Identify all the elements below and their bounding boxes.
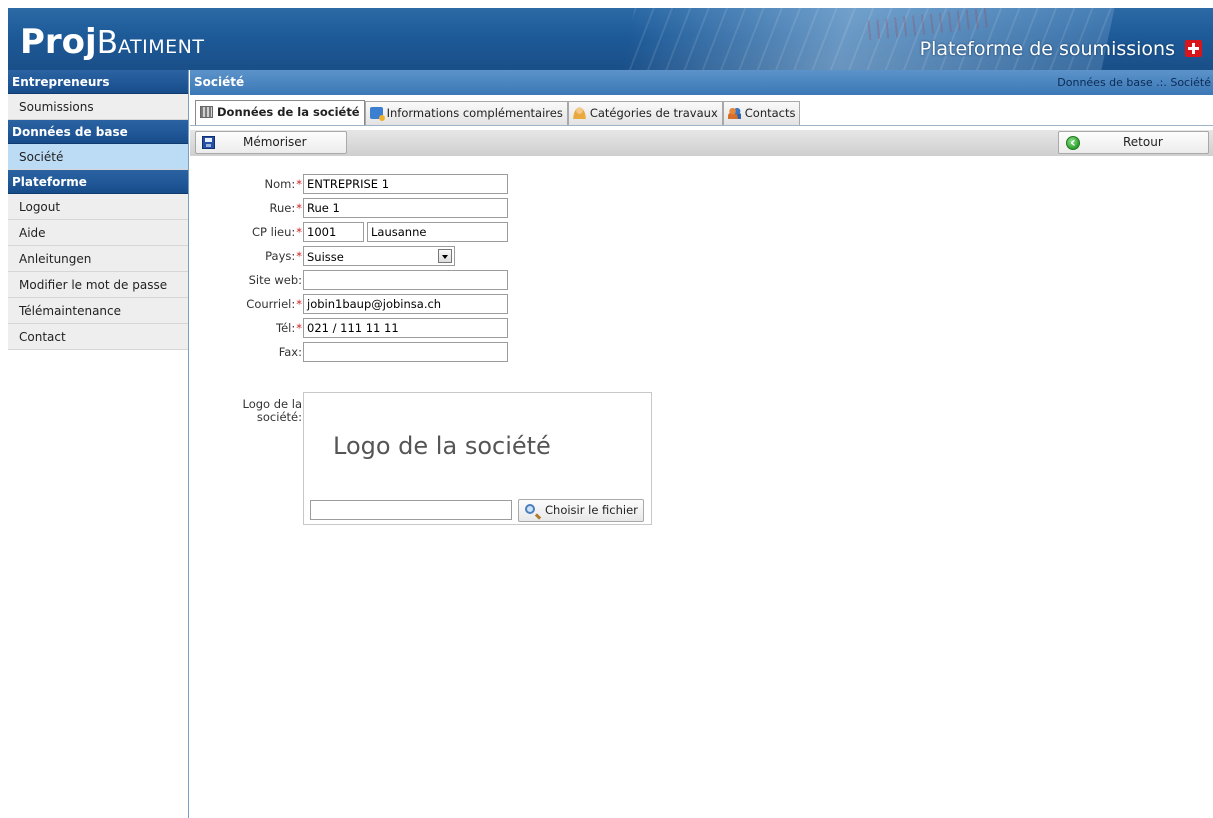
logo-placeholder: Logo de la société [333, 432, 551, 460]
required-marker: * [296, 249, 302, 263]
sidebar-section-entrepreneurs: Entrepreneurs [8, 70, 188, 94]
rue-label-text: Rue: [269, 201, 296, 215]
required-marker: * [296, 177, 302, 191]
lieu-input[interactable]: Lausanne [367, 222, 508, 242]
tel-label: Tél:* [190, 321, 302, 335]
sidebar-item-soumissions[interactable]: Soumissions [8, 94, 188, 120]
brand-atiment: ATIMENT [117, 36, 205, 58]
pays-selected-value: Suisse [307, 250, 344, 264]
rue-input[interactable]: Rue 1 [303, 198, 508, 218]
main-panel: Société Données de base .:. Société Donn… [190, 70, 1213, 818]
app-header: ProjBATIMENT Plateforme de soumissions [8, 8, 1213, 70]
nom-label-text: Nom: [264, 177, 296, 191]
sidebar-item-societe[interactable]: Société [8, 144, 188, 170]
required-marker: * [296, 297, 302, 311]
chevron-down-icon[interactable] [438, 249, 452, 263]
courriel-label-text: Courriel: [246, 297, 296, 311]
rue-label: Rue:* [190, 201, 302, 215]
tel-label-text: Tél: [276, 321, 296, 335]
required-marker: * [296, 201, 302, 215]
sidebar-item-anleitungen[interactable]: Anleitungen [8, 246, 188, 272]
logo-upload-panel: Logo de la société Choisir le fichier [303, 392, 652, 525]
magnifier-icon [525, 504, 535, 514]
sidebar-item-logout[interactable]: Logout [8, 194, 188, 220]
pays-label: Pays:* [190, 249, 302, 263]
brand-logo: ProjBATIMENT [20, 22, 204, 62]
required-marker: * [296, 321, 302, 335]
company-form: Nom:* ENTREPRISE 1 Rue:* Rue 1 CP lieu:*… [190, 70, 1213, 818]
nom-label: Nom:* [190, 177, 302, 191]
cp-input[interactable]: 1001 [303, 222, 364, 242]
courriel-label: Courriel:* [190, 297, 302, 311]
choose-file-label: Choisir le fichier [545, 503, 638, 517]
cp-lieu-label: CP lieu:* [190, 225, 302, 239]
cp-lieu-label-text: CP lieu: [252, 225, 296, 239]
tel-input[interactable]: 021 / 111 11 11 [303, 318, 508, 338]
platform-title: Plateforme de soumissions [919, 38, 1175, 60]
swiss-flag-icon [1185, 40, 1202, 57]
fax-label: Fax: [278, 345, 302, 359]
sidebar-item-contact[interactable]: Contact [8, 324, 188, 350]
sidebar-item-aide[interactable]: Aide [8, 220, 188, 246]
required-marker: * [296, 225, 302, 239]
brand-b: B [96, 25, 118, 61]
pays-select[interactable]: Suisse [303, 246, 455, 266]
sidebar: Entrepreneurs Soumissions Données de bas… [8, 70, 189, 818]
courriel-input[interactable]: jobin1baup@jobinsa.ch [303, 294, 508, 314]
site-web-input[interactable] [303, 270, 508, 290]
sidebar-item-modifier-mot-de-passe[interactable]: Modifier le mot de passe [8, 272, 188, 298]
logo-label: Logo de la société: [235, 398, 302, 424]
brand-proj: Proj [20, 22, 97, 62]
pays-label-text: Pays: [265, 249, 296, 263]
logo-label-line2: société: [256, 410, 302, 424]
site-web-label: Site web: [248, 273, 302, 287]
nom-input[interactable]: ENTREPRISE 1 [303, 174, 508, 194]
choose-file-button[interactable]: Choisir le fichier [518, 499, 644, 522]
sidebar-section-donnees-de-base: Données de base [8, 120, 188, 144]
sidebar-item-telemaintenance[interactable]: Télémaintenance [8, 298, 188, 324]
sidebar-section-plateforme: Plateforme [8, 170, 188, 194]
logo-file-input[interactable] [310, 500, 512, 520]
fax-input[interactable] [303, 342, 508, 362]
